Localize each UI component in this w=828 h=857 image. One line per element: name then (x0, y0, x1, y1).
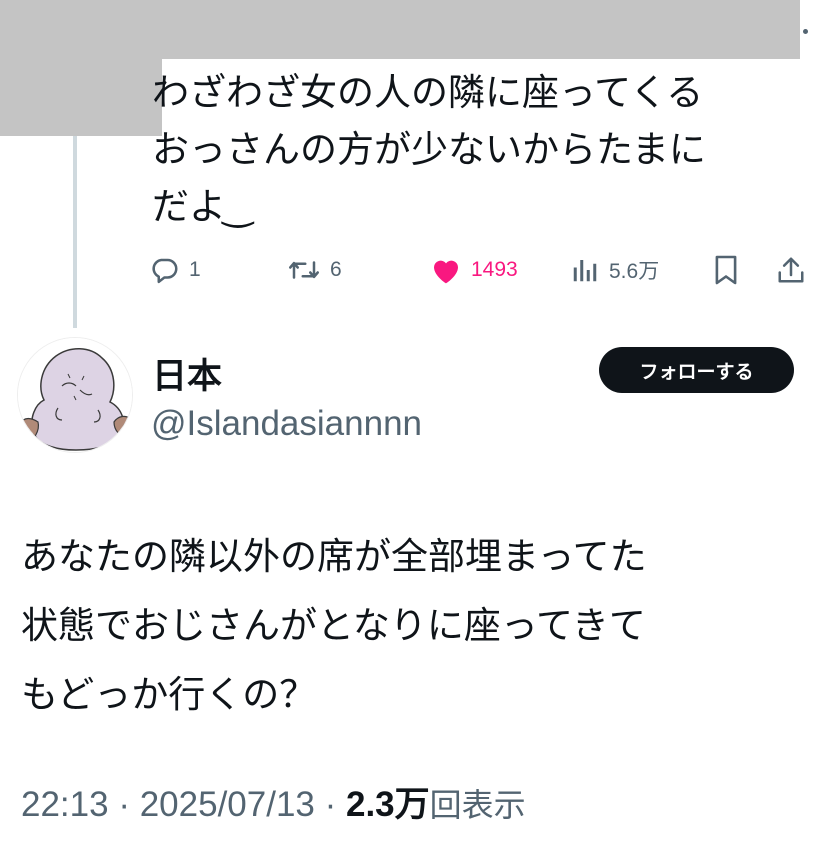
reply-tweet-text: わざわざ女の人の隣に座ってくる おっさんの方が少ないからたまに だよ ͜ (152, 71, 706, 228)
more-options-icon[interactable] (803, 29, 808, 34)
meta-separator: · (108, 785, 140, 824)
reply-action-bar: 1 6 1493 5.6万 (0, 250, 828, 290)
retweet-count: 6 (330, 258, 342, 281)
like-button[interactable]: 1493 (430, 250, 518, 290)
redacted-area-left (0, 59, 162, 136)
reply-count: 1 (189, 258, 201, 281)
reply-icon (152, 258, 178, 284)
tweet-views-count: 2.3万 (345, 785, 430, 824)
views-button[interactable]: 5.6万 (570, 250, 659, 290)
bookmark-button[interactable] (713, 250, 739, 290)
share-icon (778, 257, 804, 283)
avatar[interactable] (17, 337, 133, 453)
redacted-area-top (0, 0, 800, 59)
tweet-views-label: 回表示 (429, 786, 526, 824)
views-icon (573, 260, 597, 282)
tweet-text: あなたの隣以外の席が全部埋まってた 状態でおじさんがとなりに座ってきて もどっか… (21, 535, 647, 716)
heart-icon (434, 260, 458, 284)
avatar-image (18, 338, 132, 452)
reply-button[interactable]: 1 (150, 250, 201, 290)
thread-connector-line (73, 136, 77, 328)
meta-separator: · (314, 785, 346, 824)
user-handle[interactable]: @Islandasiannnn (151, 404, 422, 444)
like-count: 1493 (471, 258, 518, 281)
bookmark-icon (715, 255, 737, 285)
views-count: 5.6万 (609, 260, 660, 283)
tweet-time[interactable]: 22:13 (21, 785, 109, 824)
retweet-icon (289, 261, 319, 279)
follow-button[interactable]: フォローする (599, 347, 794, 393)
tweet-date[interactable]: 2025/07/13 (140, 785, 315, 824)
display-name[interactable]: 日本 (152, 348, 222, 399)
retweet-button[interactable]: 6 (287, 250, 342, 290)
tweet-meta: 22:13 · 2025/07/13 · 2.3万回表示 (21, 776, 526, 827)
share-button[interactable] (776, 250, 806, 290)
